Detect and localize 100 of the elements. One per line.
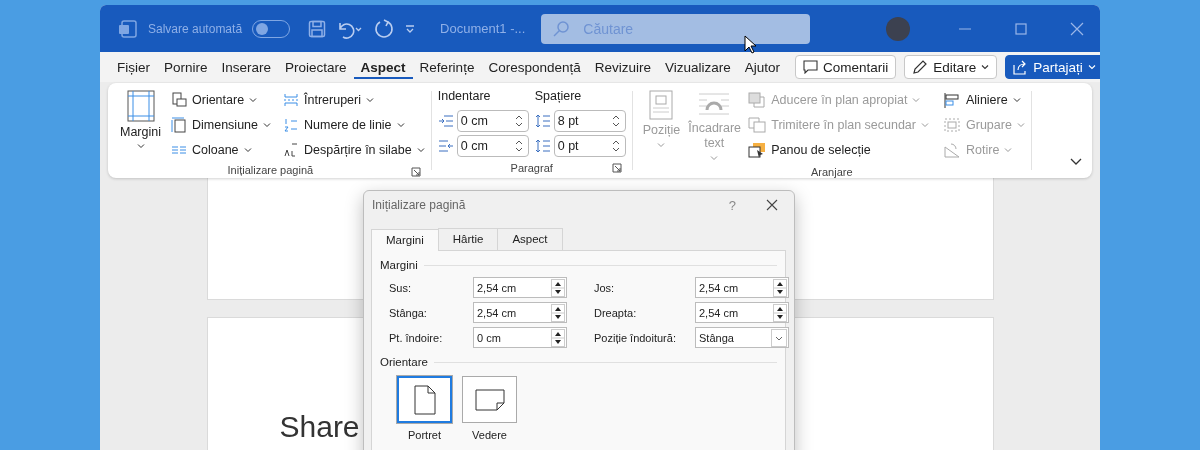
group-icon: [943, 116, 961, 133]
portrait-button[interactable]: [397, 376, 452, 423]
indent-right-field[interactable]: 0 cm: [456, 135, 529, 157]
ribbon-button[interactable]: Numere de linie: [283, 112, 425, 137]
ribbon-button[interactable]: Coloane: [171, 137, 271, 162]
caret-icon: [396, 120, 405, 129]
ribbon-button[interactable]: Aliniere: [943, 87, 1025, 112]
spacing-before-icon: [534, 114, 551, 128]
caret-icon: [243, 145, 252, 154]
group-label: Inițializare pagină: [227, 164, 314, 176]
spin-field[interactable]: 0 cm: [473, 327, 567, 348]
ribbon-button[interactable]: Dimensiune: [171, 112, 271, 137]
caret-icon: [249, 95, 258, 104]
indent-left-field[interactable]: 0 cm: [456, 110, 529, 132]
word-logo-icon[interactable]: [118, 18, 138, 39]
spacing-before-field[interactable]: 8 pt: [553, 110, 626, 132]
bring-forward-icon: [748, 91, 767, 108]
page-text: Share: [279, 410, 360, 444]
redo-icon[interactable]: [374, 18, 395, 39]
dialog-tab[interactable]: Aspect: [497, 228, 563, 250]
landscape-button[interactable]: [462, 376, 517, 423]
spacing-after-field[interactable]: 0 pt: [553, 135, 626, 157]
caret-icon: [912, 95, 921, 104]
ribbon-button[interactable]: Întreruperi: [283, 87, 425, 112]
caret-icon: [657, 141, 666, 149]
field-label: Stânga:: [389, 306, 428, 319]
field-label: Dreapta:: [593, 306, 638, 319]
menu-tab[interactable]: Referințe: [412, 55, 482, 79]
menu-tab[interactable]: Proiectare: [278, 55, 354, 79]
close-icon[interactable]: [766, 199, 778, 211]
text-wrap-icon: [697, 90, 732, 118]
spin-field[interactable]: 2,54 cm: [473, 302, 567, 323]
menu-tab[interactable]: Vizualizare: [658, 55, 738, 79]
section-heading: Margini: [380, 259, 418, 271]
caret-icon: [136, 142, 145, 150]
portrait-page-icon: [413, 384, 436, 415]
indent-left-icon: [437, 114, 454, 128]
caret-icon: [1016, 120, 1025, 129]
page-position-icon: [649, 90, 674, 120]
dialog-title: Inițializare pagină: [372, 198, 466, 212]
field-label: Sus:: [389, 281, 412, 294]
ribbon-button[interactable]: Despărțire în silabe: [283, 137, 425, 162]
field-label: Poziție îndoitură:: [593, 331, 677, 344]
field-label: Pt. îndoire:: [389, 331, 444, 344]
collapse-ribbon-icon[interactable]: [1070, 158, 1082, 166]
selection-pane-icon: [748, 141, 767, 158]
caret-icon: [981, 63, 990, 71]
spinner-arrows-icon[interactable]: [611, 139, 620, 153]
share-icon: [1013, 59, 1029, 75]
caret-icon: [1012, 95, 1021, 104]
field-label: Jos:: [593, 281, 616, 294]
page-orientation-icon: [171, 91, 187, 108]
menu-tab[interactable]: Fișier: [110, 55, 157, 79]
menu-tab[interactable]: Ajutor: [737, 55, 788, 79]
menu-tab[interactable]: Inserare: [214, 55, 279, 79]
hyphenation-icon: [283, 141, 299, 158]
share-button[interactable]: Partajați: [1005, 55, 1100, 79]
menu-tab[interactable]: Corespondență: [481, 55, 588, 79]
spin-field[interactable]: 2,54 cm: [695, 277, 789, 298]
page-break-icon: [283, 91, 299, 108]
ribbon-button[interactable]: Orientare: [171, 87, 271, 112]
menu-tab[interactable]: Revizuire: [587, 55, 658, 79]
autosave-label: Salvare automată: [148, 21, 243, 36]
send-backward-icon: [748, 116, 767, 133]
dialog-launcher-icon[interactable]: [611, 163, 622, 173]
speech-bubble-icon: [803, 60, 819, 74]
page-margins-icon: [126, 90, 155, 122]
spacing-label: Spațiere: [534, 89, 583, 105]
spinner-arrows-icon[interactable]: [514, 114, 523, 128]
caret-icon: [416, 145, 425, 154]
document-title: Document1 -...: [440, 21, 526, 36]
caret-icon: [1087, 63, 1096, 71]
caret-icon: [1004, 145, 1013, 154]
search-icon: [553, 20, 570, 37]
save-icon[interactable]: [308, 19, 327, 38]
group-label: Paragraf: [510, 162, 553, 174]
indent-label: Indentare: [437, 89, 492, 105]
pencil-icon: [912, 59, 929, 75]
spinner-arrows-icon[interactable]: [514, 139, 523, 153]
menu-tab[interactable]: Pornire: [157, 55, 215, 79]
dropdown-field[interactable]: Stânga: [695, 327, 789, 348]
editing-button[interactable]: Editare: [904, 55, 998, 79]
orientation-label: Vedere: [472, 429, 507, 441]
dialog-launcher-icon[interactable]: [410, 167, 421, 177]
spin-field[interactable]: 2,54 cm: [695, 302, 789, 323]
customize-icon[interactable]: [404, 22, 417, 35]
ribbon-button[interactable]: Panou de selecție: [748, 137, 929, 162]
caret-icon: [366, 95, 374, 104]
menu-tab[interactable]: Aspect: [353, 55, 413, 79]
spinner-arrows-icon[interactable]: [611, 114, 620, 128]
comments-button[interactable]: Comentarii: [795, 55, 897, 79]
align-icon: [943, 91, 961, 108]
caret-icon: [263, 120, 271, 129]
landscape-page-icon: [474, 388, 505, 411]
caret-icon: [921, 120, 929, 129]
margins-button[interactable]: Margini: [116, 87, 165, 162]
spin-field[interactable]: 2,54 cm: [473, 277, 567, 298]
orientation-label: Portret: [408, 429, 441, 441]
rotate-icon: [943, 141, 961, 158]
dialog-tab[interactable]: Margini: [371, 229, 439, 251]
